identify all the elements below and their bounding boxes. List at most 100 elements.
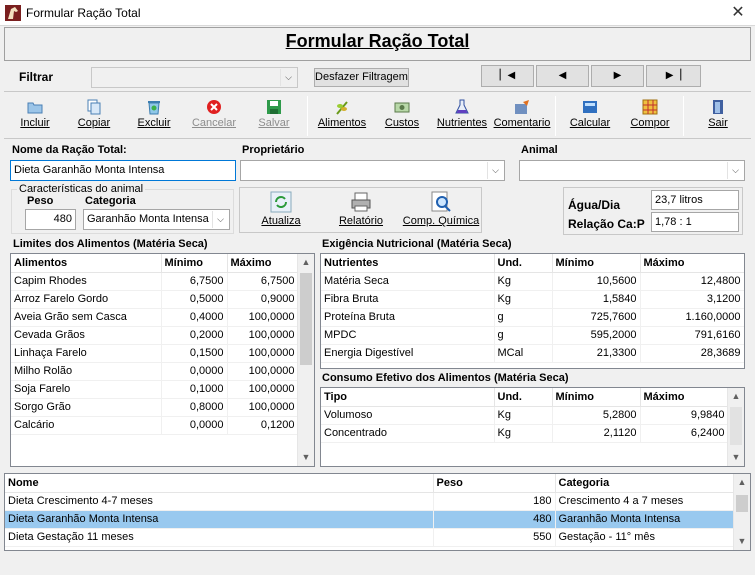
scroll-thumb[interactable] bbox=[300, 273, 312, 365]
compor-button[interactable]: Compor bbox=[620, 95, 680, 137]
col-header[interactable]: Categoria bbox=[555, 474, 735, 493]
racoes-list-grid[interactable]: Nome Peso Categoria Dieta Crescimento 4-7 … bbox=[4, 473, 751, 551]
table-row[interactable]: Energia Digestível MCal 21,3300 28,3689 bbox=[321, 344, 744, 363]
col-header[interactable]: Mínimo bbox=[552, 388, 641, 407]
first-record-button[interactable]: ▏◀ bbox=[481, 65, 534, 87]
scroll-down-icon[interactable]: ▼ bbox=[298, 449, 314, 466]
close-icon[interactable]: ✕ bbox=[728, 3, 748, 23]
table-cell: 0,4000 bbox=[161, 308, 228, 327]
table-cell: 0,1500 bbox=[161, 344, 228, 363]
relatorio-button[interactable]: Relatório bbox=[325, 190, 397, 232]
peso-input[interactable]: 480 bbox=[25, 209, 76, 230]
page-title: Formular Ração Total bbox=[285, 31, 470, 51]
scroll-thumb[interactable] bbox=[730, 407, 742, 445]
table-cell: g bbox=[494, 326, 553, 345]
table-row[interactable]: Dieta Crescimento 4-7 meses 180 Cresciment… bbox=[5, 492, 735, 511]
exigencia-grid[interactable]: Nutrientes Und. Mínimo Máximo Matéria Seca K… bbox=[320, 253, 745, 369]
incluir-button[interactable]: Incluir bbox=[5, 95, 65, 137]
salvar-button[interactable]: Salvar bbox=[244, 95, 304, 137]
alimentos-button[interactable]: Alimentos bbox=[312, 95, 372, 137]
col-header[interactable]: Nome bbox=[5, 474, 434, 493]
table-cell: 0,0000 bbox=[161, 362, 228, 381]
comp-quimica-button[interactable]: Comp. Química bbox=[402, 190, 480, 232]
undo-filter-button[interactable]: Desfazer Filtragem bbox=[314, 68, 409, 87]
animal-combo[interactable]: ⌵ bbox=[519, 160, 745, 181]
vertical-scrollbar[interactable]: ▲ ▼ bbox=[727, 388, 744, 466]
col-header[interactable]: Máximo bbox=[640, 388, 729, 407]
filter-combo[interactable]: ⌵ bbox=[91, 67, 298, 88]
limites-grid[interactable]: Alimentos Mínimo Máximo Capim Rhodes 6,7500… bbox=[10, 253, 315, 467]
table-cell: 100,0000 bbox=[227, 308, 299, 327]
categoria-combo[interactable]: Garanhão Monta Intensa ⌵ bbox=[83, 209, 230, 230]
exit-door-icon bbox=[713, 100, 723, 114]
table-row[interactable]: Dieta Garanhão Monta Intensa 480 Garanhão … bbox=[5, 510, 735, 529]
comentario-button[interactable]: Comentario bbox=[492, 95, 552, 137]
col-header[interactable]: Und. bbox=[494, 254, 553, 273]
scroll-thumb[interactable] bbox=[736, 495, 748, 512]
table-cell: Garanhão Monta Intensa bbox=[555, 510, 735, 529]
table-row[interactable]: Concentrado Kg 2,1120 6,2400 bbox=[321, 424, 729, 443]
nome-input[interactable]: Dieta Garanhão Monta Intensa bbox=[10, 160, 236, 181]
chevron-down-icon: ⌵ bbox=[212, 211, 228, 228]
scroll-down-icon[interactable]: ▼ bbox=[728, 449, 744, 466]
col-header[interactable]: Alimentos bbox=[11, 254, 162, 273]
prev-icon: ◀ bbox=[558, 70, 567, 81]
col-header[interactable]: Und. bbox=[494, 388, 553, 407]
table-row[interactable]: Calcário 0,0000 0,1200 bbox=[11, 416, 299, 435]
table-row[interactable]: Fibra Bruta Kg 1,5840 3,1200 bbox=[321, 290, 744, 309]
scroll-down-icon[interactable]: ▼ bbox=[734, 533, 750, 550]
next-icon: ▶ bbox=[613, 70, 622, 81]
prev-record-button[interactable]: ◀ bbox=[536, 65, 589, 87]
table-cell: 0,1200 bbox=[227, 416, 299, 435]
last-record-button[interactable]: ▶▕ bbox=[646, 65, 701, 87]
relacao-label: Relação Ca:P bbox=[568, 217, 645, 231]
categoria-label: Categoria bbox=[85, 195, 136, 207]
limites-title: Limites dos Alimentos (Matéria Seca) bbox=[13, 238, 208, 250]
table-row[interactable]: Linhaça Farelo 0,1500 100,0000 bbox=[11, 344, 299, 363]
table-cell: 5,2800 bbox=[552, 406, 641, 425]
col-header[interactable]: Tipo bbox=[321, 388, 495, 407]
excluir-button[interactable]: Excluir bbox=[124, 95, 184, 137]
table-row[interactable]: Soja Farelo 0,1000 100,0000 bbox=[11, 380, 299, 399]
scroll-up-icon[interactable]: ▲ bbox=[728, 388, 744, 405]
col-header[interactable]: Nutrientes bbox=[321, 254, 495, 273]
col-header[interactable]: Peso bbox=[433, 474, 556, 493]
scroll-up-icon[interactable]: ▲ bbox=[734, 474, 750, 491]
atualiza-button[interactable]: Atualiza bbox=[245, 190, 317, 232]
col-header[interactable]: Mínimo bbox=[552, 254, 641, 273]
custos-button[interactable]: Custos bbox=[372, 95, 432, 137]
table-row[interactable]: MPDC g 595,2000 791,6160 bbox=[321, 326, 744, 345]
table-cell: 28,3689 bbox=[640, 344, 744, 363]
calcular-button[interactable]: Calcular bbox=[560, 95, 620, 137]
table-row[interactable]: Matéria Seca Kg 10,5600 12,4800 bbox=[321, 272, 744, 291]
consumo-grid[interactable]: Tipo Und. Mínimo Máximo Volumoso Kg 5,2800 9,9… bbox=[320, 387, 745, 467]
table-row[interactable]: Dieta Gestação 11 meses 550 Gestação - 11°… bbox=[5, 528, 735, 547]
table-row[interactable]: Sorgo Grão 0,8000 100,0000 bbox=[11, 398, 299, 417]
table-row[interactable]: Capim Rhodes 6,7500 6,7500 bbox=[11, 272, 299, 291]
table-row[interactable]: Milho Rolão 0,0000 100,0000 bbox=[11, 362, 299, 381]
table-row[interactable]: Volumoso Kg 5,2800 9,9840 bbox=[321, 406, 729, 425]
table-cell: Kg bbox=[494, 272, 553, 291]
cancelar-button[interactable]: Cancelar bbox=[184, 95, 244, 137]
table-cell: Kg bbox=[494, 290, 553, 309]
scroll-up-icon[interactable]: ▲ bbox=[298, 254, 314, 271]
table-row[interactable]: Cevada Grãos 0,2000 100,0000 bbox=[11, 326, 299, 345]
copiar-button[interactable]: Copiar bbox=[64, 95, 124, 137]
vertical-scrollbar[interactable]: ▲ ▼ bbox=[297, 254, 314, 466]
col-header[interactable]: Máximo bbox=[640, 254, 744, 273]
table-row[interactable]: Aveia Grão sem Casca 0,4000 100,0000 bbox=[11, 308, 299, 327]
table-row[interactable]: Arroz Farelo Gordo 0,5000 0,9000 bbox=[11, 290, 299, 309]
nutrientes-button[interactable]: Nutrientes bbox=[432, 95, 492, 137]
next-record-button[interactable]: ▶ bbox=[591, 65, 644, 87]
proprietario-combo[interactable]: ⌵ bbox=[240, 160, 505, 181]
table-cell: Cevada Grãos bbox=[11, 326, 162, 345]
col-header[interactable]: Mínimo bbox=[161, 254, 228, 273]
table-cell: 180 bbox=[433, 492, 556, 511]
vertical-scrollbar[interactable]: ▲ ▼ bbox=[733, 474, 750, 550]
sair-button[interactable]: Sair bbox=[688, 95, 748, 137]
table-cell: Calcário bbox=[11, 416, 162, 435]
table-row[interactable]: Proteína Bruta g 725,7600 1.160,0000 bbox=[321, 308, 744, 327]
col-header[interactable]: Máximo bbox=[227, 254, 299, 273]
last-icon: ▶▕ bbox=[665, 70, 682, 81]
table-cell: Capim Rhodes bbox=[11, 272, 162, 291]
